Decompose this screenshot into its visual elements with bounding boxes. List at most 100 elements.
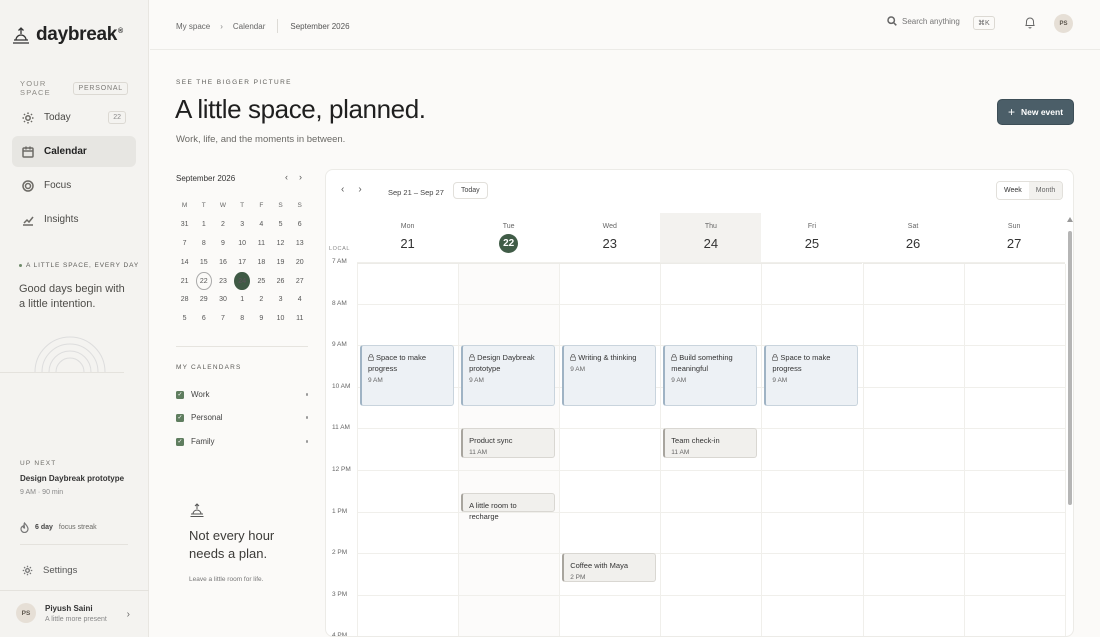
prev-week-button[interactable]: ‹ <box>341 184 344 195</box>
app-logo[interactable]: daybreak® <box>12 24 123 46</box>
mini-calendar-day[interactable]: 9 <box>213 234 232 253</box>
today-button[interactable]: Today <box>453 182 488 199</box>
mini-calendar-day[interactable]: 26 <box>271 272 290 291</box>
mini-calendar-day[interactable]: 4 <box>252 215 271 234</box>
hour-label: 3 PM <box>332 590 348 598</box>
chevron-right-icon: › <box>126 609 130 620</box>
scroll-thumb[interactable] <box>1068 231 1072 505</box>
calendar-event[interactable]: Space to make progress 9 AM <box>360 345 455 406</box>
new-event-button[interactable]: + New event <box>997 99 1074 125</box>
mini-calendar-day[interactable]: 12 <box>271 234 290 253</box>
breadcrumb-divider <box>277 19 279 33</box>
mini-calendar-day[interactable]: 10 <box>271 309 290 328</box>
sunrise-icon <box>13 27 29 44</box>
month-view-button[interactable]: Month <box>1028 182 1063 199</box>
mini-calendar-day[interactable]: 21 <box>175 272 194 291</box>
my-calendars-label: MY CALENDARS <box>176 364 242 371</box>
chevron-left-icon[interactable]: ‹ <box>285 172 288 182</box>
sidebar-item-label: Focus <box>44 180 72 191</box>
breadcrumb-calendar[interactable]: Calendar <box>233 22 265 31</box>
mini-calendar-day[interactable]: 23 <box>213 272 232 291</box>
mini-calendar-selected-day[interactable]: 24 <box>233 271 252 291</box>
calendar-toggle-personal[interactable]: ✓ Personal <box>176 413 310 422</box>
next-week-button[interactable]: › <box>358 184 361 195</box>
mini-calendar-day[interactable]: 3 <box>271 290 290 309</box>
page-subtitle: Work, life, and the moments in between. <box>176 134 346 145</box>
hour-label: 11 AM <box>332 424 350 432</box>
weekday-header: F <box>259 201 264 209</box>
day-column-header[interactable]: Wed 23 <box>559 213 661 264</box>
user-profile[interactable]: PS Piyush Saini A little more present › <box>16 603 136 623</box>
settings-button[interactable]: Settings <box>22 565 77 576</box>
mini-calendar-day[interactable]: 19 <box>271 253 290 272</box>
mini-calendar-day[interactable]: 5 <box>175 309 194 328</box>
upnext-title[interactable]: Design Daybreak prototype <box>20 474 124 483</box>
day-column-header[interactable]: Fri 25 <box>761 213 863 264</box>
sidebar-item-focus[interactable]: Focus <box>12 170 136 201</box>
space-badge[interactable]: PERSONAL <box>73 81 128 95</box>
mini-calendar-day[interactable]: 16 <box>213 253 232 272</box>
mini-calendar-day[interactable]: 8 <box>233 309 252 328</box>
dot-icon <box>305 393 308 396</box>
mini-calendar-day[interactable]: 31 <box>175 215 194 234</box>
column-divider <box>458 264 460 636</box>
calendar-toggle-work[interactable]: ✓ Work <box>176 390 310 399</box>
mini-calendar-day[interactable]: 5 <box>271 215 290 234</box>
mini-calendar-day[interactable]: 10 <box>233 234 252 253</box>
calendar-event[interactable]: Writing & thinking 9 AM <box>562 345 657 406</box>
mini-calendar-day[interactable]: 4 <box>290 290 309 309</box>
mini-calendar-day[interactable]: 11 <box>252 234 271 253</box>
sidebar-item-insights[interactable]: Insights <box>12 204 136 235</box>
calendar-toggle-family[interactable]: ✓ Family <box>176 437 310 446</box>
mini-calendar-day[interactable]: 28 <box>175 290 194 309</box>
mini-calendar-day[interactable]: 9 <box>252 309 271 328</box>
sidebar-item-today[interactable]: Today 22 <box>12 102 136 133</box>
mini-calendar-day[interactable]: 25 <box>252 272 271 291</box>
calendar-event[interactable]: Design Daybreak prototype 9 AM <box>461 345 556 406</box>
mini-calendar-day[interactable]: 2 <box>252 290 271 309</box>
calendar-event[interactable]: Product sync 11 AM <box>461 428 556 458</box>
day-column-header[interactable]: Sun 27 <box>963 213 1065 264</box>
mini-calendar-day[interactable]: 6 <box>194 309 213 328</box>
day-column-header[interactable]: Sat 26 <box>862 213 964 264</box>
breadcrumb-myspace[interactable]: My space <box>176 22 210 31</box>
mini-calendar-day[interactable]: 14 <box>175 253 194 272</box>
mini-calendar-day[interactable]: 30 <box>213 290 232 309</box>
mini-calendar-day[interactable]: 17 <box>233 253 252 272</box>
sidebar-item-calendar[interactable]: Calendar <box>12 136 136 167</box>
search-input[interactable]: Search anything <box>887 16 960 26</box>
timezone-label: LOCAL <box>329 246 351 252</box>
calendar-event[interactable]: Build something meaningful 9 AM <box>663 345 758 406</box>
mini-calendar-day[interactable]: 18 <box>252 253 271 272</box>
mini-calendar-day[interactable]: 15 <box>194 253 213 272</box>
chevron-right-icon[interactable]: › <box>299 172 302 182</box>
mini-calendar-day[interactable]: 13 <box>290 234 309 253</box>
mini-calendar-day[interactable]: 29 <box>194 290 213 309</box>
calendar-event[interactable]: A little room to recharge <box>461 492 556 521</box>
mini-calendar-day[interactable]: 7 <box>175 234 194 253</box>
calendar-event[interactable]: Space to make progress 9 AM <box>764 345 859 406</box>
scrollbar[interactable] <box>1066 214 1073 636</box>
week-view-button[interactable]: Week <box>997 182 1029 199</box>
column-divider <box>660 264 662 636</box>
mini-calendar-day[interactable]: 2 <box>213 215 232 234</box>
day-column-header[interactable]: Mon 21 <box>357 213 459 264</box>
calendar-event[interactable]: Coffee with Maya 2 PM <box>562 553 657 583</box>
avatar[interactable]: PS <box>1054 14 1073 33</box>
mini-calendar-day[interactable]: 20 <box>290 253 309 272</box>
time-grid[interactable]: 7 AM 8 AM 9 AM 10 AM 11 AM 12 PM 1 PM 2 PM 3 PM 4… <box>326 258 1066 636</box>
scroll-up-arrow[interactable] <box>1067 217 1073 222</box>
day-column-header[interactable]: Thu 24 <box>660 213 762 264</box>
mini-calendar-day[interactable]: 6 <box>290 215 309 234</box>
mini-calendar-day[interactable]: 1 <box>233 290 252 309</box>
mini-calendar-day[interactable]: 27 <box>290 272 309 291</box>
mini-calendar-day[interactable]: 1 <box>194 215 213 234</box>
day-column-header[interactable]: Tue 22 <box>458 213 560 264</box>
calendar-event[interactable]: Team check-in 11 AM <box>663 428 758 458</box>
mini-calendar-day[interactable]: 3 <box>233 215 252 234</box>
mini-calendar-day[interactable]: 7 <box>213 309 232 328</box>
mini-calendar-today[interactable]: 22 <box>194 271 213 291</box>
mini-calendar-day[interactable]: 8 <box>194 234 213 253</box>
bell-icon[interactable] <box>1024 16 1036 29</box>
mini-calendar-day[interactable]: 11 <box>290 309 309 328</box>
